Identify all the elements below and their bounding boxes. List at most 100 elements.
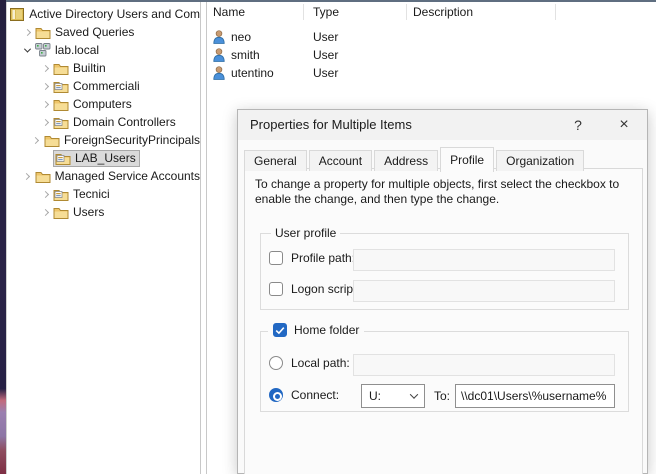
folder-icon bbox=[53, 97, 69, 112]
chevron-down-icon[interactable] bbox=[19, 42, 35, 58]
help-button[interactable]: ? bbox=[561, 110, 595, 140]
drive-letter-select[interactable]: U: bbox=[361, 384, 425, 408]
tab-account[interactable]: Account bbox=[309, 150, 372, 171]
profile-path-row[interactable]: Profile path: bbox=[269, 251, 355, 265]
column-header-name[interactable]: Name bbox=[213, 5, 245, 19]
cell-name: smith bbox=[231, 48, 260, 62]
profile-path-label: Profile path: bbox=[291, 251, 355, 265]
cell-type: User bbox=[313, 48, 338, 62]
column-separator[interactable] bbox=[555, 4, 556, 20]
check-icon bbox=[275, 326, 285, 335]
group-label: User profile bbox=[271, 226, 340, 240]
ou-folder-icon bbox=[53, 187, 69, 202]
user-icon bbox=[213, 66, 225, 83]
profile-tab-page: To change a property for multiple object… bbox=[244, 168, 643, 474]
profile-path-input[interactable] bbox=[353, 249, 615, 271]
tree-item-label: Domain Controllers bbox=[73, 115, 176, 129]
tree-item-label: Computers bbox=[73, 97, 132, 111]
local-path-row[interactable]: Local path: bbox=[269, 356, 350, 370]
chevron-right-icon[interactable] bbox=[19, 24, 35, 40]
tab-profile[interactable]: Profile bbox=[440, 147, 494, 172]
chevron-right-icon[interactable] bbox=[37, 96, 53, 112]
chevron-right-icon[interactable] bbox=[37, 78, 53, 94]
ou-folder-icon bbox=[53, 79, 69, 94]
selected-tree-item[interactable]: LAB_Users bbox=[53, 150, 140, 167]
dialog-tabstrip: General Account Address Profile Organiza… bbox=[244, 146, 586, 171]
home-folder-checkbox[interactable] bbox=[273, 323, 287, 337]
ou-folder-icon bbox=[55, 151, 71, 166]
tree-item-computers[interactable]: Computers bbox=[7, 95, 200, 113]
folder-icon bbox=[35, 25, 51, 40]
logon-script-row[interactable]: Logon script: bbox=[269, 282, 360, 296]
tree-item-users[interactable]: Users bbox=[7, 203, 200, 221]
user-profile-group: User profile Profile path: Logon script: bbox=[260, 233, 629, 310]
chevron-right-icon[interactable] bbox=[19, 168, 35, 184]
home-folder-group: Home folder Local path: Connect: U: To: bbox=[260, 331, 629, 412]
properties-dialog: Properties for Multiple Items ? × Genera… bbox=[237, 109, 648, 474]
tab-organization[interactable]: Organization bbox=[496, 150, 584, 171]
tree-item-saved-queries[interactable]: Saved Queries bbox=[7, 23, 200, 41]
profile-path-checkbox[interactable] bbox=[269, 251, 283, 265]
tree-item-builtin[interactable]: Builtin bbox=[7, 59, 200, 77]
column-header-description[interactable]: Description bbox=[413, 5, 473, 19]
chevron-right-icon[interactable] bbox=[37, 114, 53, 130]
tree-item-managed-service-accounts[interactable]: Managed Service Accounts bbox=[7, 167, 200, 185]
logon-script-input[interactable] bbox=[353, 280, 615, 302]
tree-item-label: LAB_Users bbox=[75, 151, 136, 165]
tree-item-label: Saved Queries bbox=[55, 25, 134, 39]
chevron-right-icon[interactable] bbox=[37, 204, 53, 220]
connect-row[interactable]: Connect: bbox=[269, 388, 339, 402]
connect-radio[interactable] bbox=[269, 388, 283, 402]
column-header-type[interactable]: Type bbox=[313, 5, 339, 19]
list-row-neo[interactable]: neo User bbox=[207, 28, 656, 46]
folder-icon bbox=[35, 169, 51, 184]
tree-item-foreignsecurityprincipals[interactable]: ForeignSecurityPrincipals bbox=[7, 131, 200, 149]
folder-icon bbox=[53, 61, 69, 76]
tree-item-lab-local[interactable]: lab.local bbox=[7, 41, 200, 59]
tree-item-label: Users bbox=[73, 205, 104, 219]
local-path-label: Local path: bbox=[291, 356, 350, 370]
home-folder-header[interactable]: Home folder bbox=[268, 323, 364, 337]
tab-general[interactable]: General bbox=[244, 150, 307, 171]
tree-item-label: ForeignSecurityPrincipals bbox=[64, 133, 200, 147]
ou-folder-icon bbox=[53, 115, 69, 130]
column-separator[interactable] bbox=[406, 4, 407, 20]
tree-item-label: Commerciali bbox=[73, 79, 140, 93]
connect-label: Connect: bbox=[291, 388, 339, 402]
tree-item-label: Managed Service Accounts bbox=[55, 169, 200, 183]
list-row-smith[interactable]: smith User bbox=[207, 46, 656, 64]
list-row-utentino[interactable]: utentino User bbox=[207, 64, 656, 82]
tree-item-domain-controllers[interactable]: Domain Controllers bbox=[7, 113, 200, 131]
home-folder-label: Home folder bbox=[294, 323, 359, 337]
logon-script-label: Logon script: bbox=[291, 282, 360, 296]
tab-address[interactable]: Address bbox=[374, 150, 438, 171]
tree-item-label: lab.local bbox=[55, 43, 99, 57]
cell-type: User bbox=[313, 66, 338, 80]
tree-item-label: Tecnici bbox=[73, 187, 110, 201]
connect-path-input[interactable] bbox=[455, 384, 615, 408]
chevron-right-icon[interactable] bbox=[37, 186, 53, 202]
tree-item-root[interactable]: Active Directory Users and Com bbox=[7, 5, 200, 23]
chevron-right-icon[interactable] bbox=[28, 132, 44, 148]
cell-type: User bbox=[313, 30, 338, 44]
folder-icon bbox=[44, 133, 60, 148]
local-path-input[interactable] bbox=[353, 354, 615, 376]
dialog-titlebar: Properties for Multiple Items ? × bbox=[238, 110, 647, 140]
to-label: To: bbox=[434, 384, 450, 408]
tree-item-tecnici[interactable]: Tecnici bbox=[7, 185, 200, 203]
tree-item-lab-users[interactable]: LAB_Users bbox=[7, 149, 200, 167]
cell-name: neo bbox=[231, 30, 251, 44]
chevron-down-icon bbox=[410, 390, 418, 398]
drive-letter-value: U: bbox=[369, 389, 411, 403]
chevron-right-icon[interactable] bbox=[37, 60, 53, 76]
console-root-icon bbox=[9, 7, 25, 22]
dialog-description: To change a property for multiple object… bbox=[255, 177, 637, 207]
column-separator[interactable] bbox=[303, 4, 304, 20]
folder-icon bbox=[53, 205, 69, 220]
user-icon bbox=[213, 48, 225, 65]
logon-script-checkbox[interactable] bbox=[269, 282, 283, 296]
cell-name: utentino bbox=[231, 66, 274, 80]
tree-item-commerciali[interactable]: Commerciali bbox=[7, 77, 200, 95]
close-icon[interactable]: × bbox=[607, 110, 641, 140]
local-path-radio[interactable] bbox=[269, 356, 283, 370]
